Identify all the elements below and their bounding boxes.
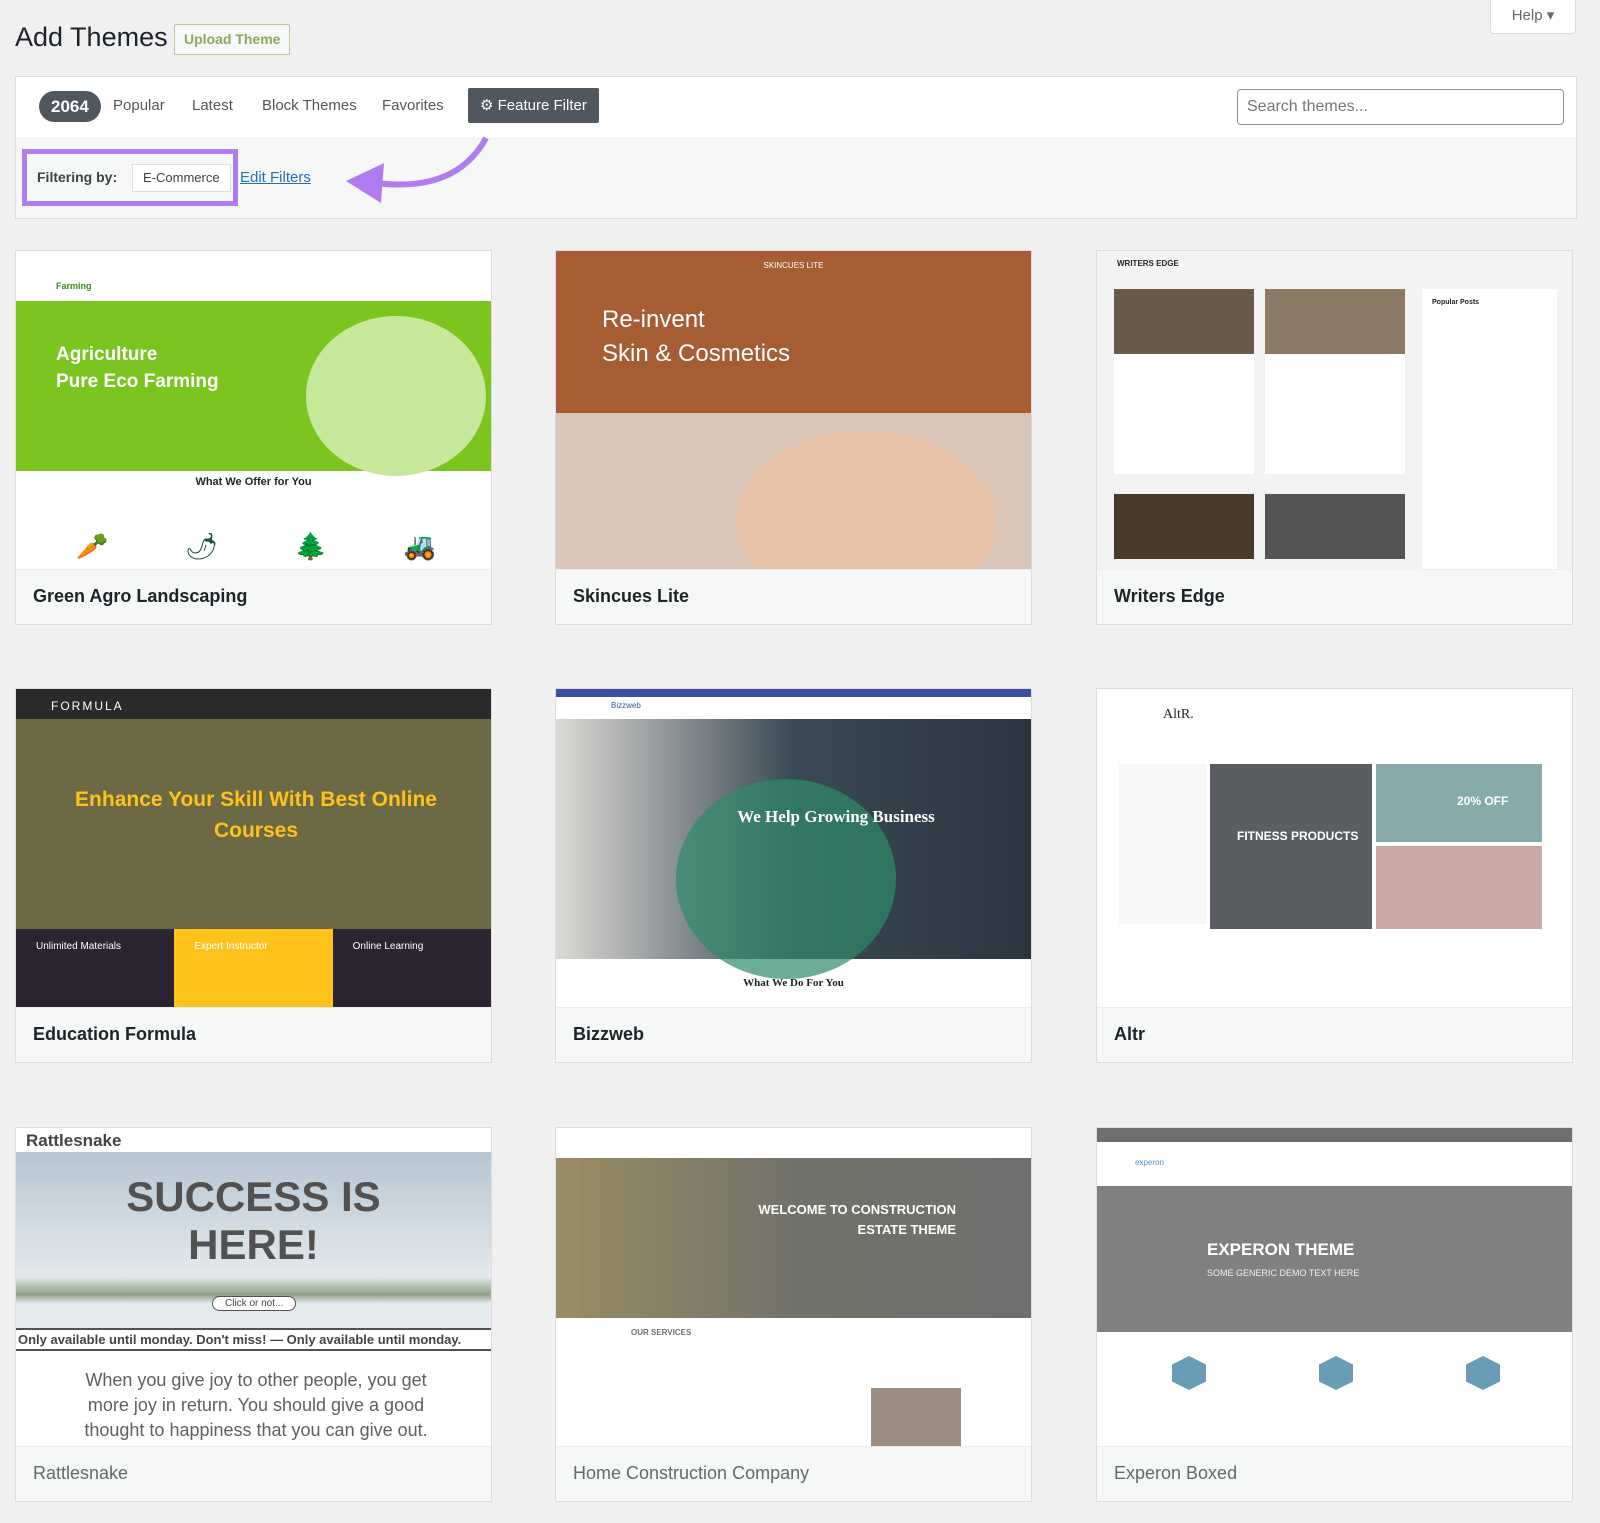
edit-filters-link[interactable]: Edit Filters [240, 169, 311, 186]
theme-name: Writers Edge [1097, 569, 1572, 624]
theme-brand: Farming [56, 281, 92, 291]
theme-screenshot: Rattlesnake SUCCESS IS HERE! Click or no… [16, 1128, 491, 1446]
theme-screenshot: WELCOME TO CONSTRUCTION ESTATE THEME OUR… [556, 1128, 1031, 1446]
theme-name: Home Construction Company [556, 1446, 1031, 1501]
gear-icon: ⚙ [480, 97, 494, 114]
theme-brand: Bizzweb [611, 701, 641, 710]
theme-subheading: SOME GENERIC DEMO TEXT HERE [1207, 1268, 1360, 1278]
tab-favorites[interactable]: Favorites [382, 97, 444, 114]
theme-brand: FORMULA [51, 699, 124, 713]
theme-card[interactable]: WRITERS EDGE Popular Posts Writers Edge [1096, 250, 1573, 625]
theme-headline: Enhance Your Skill With Best Online Cour… [75, 788, 437, 842]
page-title: Add Themes [15, 22, 168, 52]
feature-column: Unlimited Materials [36, 941, 122, 952]
theme-screenshot: AltR. FITNESS PRODUCTS 20% OFF [1097, 689, 1572, 1007]
search-input[interactable] [1237, 89, 1564, 125]
theme-card[interactable]: WELCOME TO CONSTRUCTION ESTATE THEME OUR… [555, 1127, 1032, 1502]
tab-latest[interactable]: Latest [192, 97, 233, 114]
theme-card[interactable]: Rattlesnake SUCCESS IS HERE! Click or no… [15, 1127, 492, 1502]
annotation-arrow-icon [346, 136, 489, 203]
theme-card[interactable]: experon EXPERON THEME SOME GENERIC DEMO … [1096, 1127, 1573, 1502]
filter-tag: E-Commerce [132, 164, 231, 192]
theme-screenshot: Bizzweb We Help Growing Business What We… [556, 689, 1031, 1007]
theme-headline: WELCOME TO CONSTRUCTION ESTATE THEME [758, 1202, 956, 1237]
theme-card[interactable]: AltR. FITNESS PRODUCTS 20% OFF Altr [1096, 688, 1573, 1063]
theme-headline: Re-invent Skin & Cosmetics [602, 306, 791, 367]
theme-name: Experon Boxed [1097, 1446, 1572, 1501]
theme-screenshot: FORMULA Enhance Your Skill With Best Onl… [16, 689, 491, 1007]
theme-card[interactable]: Bizzweb We Help Growing Business What We… [555, 688, 1032, 1063]
tab-bar: 2064 Popular Latest Block Themes Favorit… [16, 77, 1576, 139]
theme-subheading: What We Offer for You [195, 476, 312, 488]
theme-name: Bizzweb [556, 1007, 1031, 1062]
theme-card[interactable]: Farming Agriculture Pure Eco Farming Wha… [15, 250, 492, 625]
help-button[interactable]: Help ▾ [1490, 0, 1576, 34]
theme-banner: Only available until monday. Don't miss!… [16, 1328, 491, 1351]
theme-subheading: OUR SERVICES [631, 1328, 692, 1337]
theme-brand: experon [1135, 1158, 1164, 1167]
theme-brand: AltR. [1163, 707, 1194, 722]
feature-column: Online Learning [352, 941, 424, 952]
theme-name: Green Agro Landscaping [16, 569, 491, 624]
theme-headline: SUCCESS IS HERE! [126, 1173, 381, 1268]
theme-headline: EXPERON THEME [1207, 1240, 1355, 1259]
theme-name: Rattlesnake [16, 1446, 491, 1501]
tab-block-themes[interactable]: Block Themes [262, 97, 357, 114]
theme-headline: We Help Growing Business [737, 807, 935, 826]
theme-screenshot: experon EXPERON THEME SOME GENERIC DEMO … [1097, 1128, 1572, 1446]
theme-subheading: What We Do For You [743, 977, 844, 989]
theme-brand: Rattlesnake [26, 1131, 122, 1150]
upload-theme-button[interactable]: Upload Theme [174, 24, 291, 55]
filter-panel: 2064 Popular Latest Block Themes Favorit… [15, 76, 1577, 219]
tab-popular[interactable]: Popular [113, 97, 165, 114]
theme-brand: SKINCUES LITE [763, 261, 824, 270]
feature-filter-button[interactable]: ⚙ Feature Filter [468, 88, 599, 123]
theme-card[interactable]: SKINCUES LITE Re-invent Skin & Cosmetics… [555, 250, 1032, 625]
theme-name: Altr [1097, 1007, 1572, 1062]
filtering-by-highlight: Filtering by: E-Commerce [22, 149, 238, 206]
filtering-by-label: Filtering by: [37, 169, 118, 185]
theme-name: Skincues Lite [556, 569, 1031, 624]
theme-screenshot: Farming Agriculture Pure Eco Farming Wha… [16, 251, 491, 569]
theme-body-text: When you give joy to other people, you g… [84, 1370, 428, 1440]
theme-sidebar-heading: Popular Posts [1422, 289, 1557, 569]
theme-promo: 20% OFF [1457, 794, 1509, 808]
feature-filter-label: Feature Filter [497, 97, 587, 114]
theme-name: Education Formula [16, 1007, 491, 1062]
theme-screenshot: WRITERS EDGE Popular Posts [1097, 251, 1572, 569]
theme-card[interactable]: FORMULA Enhance Your Skill With Best Onl… [15, 688, 492, 1063]
theme-count-badge: 2064 [39, 91, 101, 122]
theme-headline: Agriculture Pure Eco Farming [56, 344, 219, 392]
feature-column: Expert Instructor [174, 929, 333, 1007]
theme-brand: WRITERS EDGE [1117, 259, 1179, 268]
theme-promo-text: FITNESS PRODUCTS [1237, 829, 1359, 843]
theme-screenshot: SKINCUES LITE Re-invent Skin & Cosmetics [556, 251, 1031, 569]
theme-cta: Click or not... [212, 1296, 297, 1311]
